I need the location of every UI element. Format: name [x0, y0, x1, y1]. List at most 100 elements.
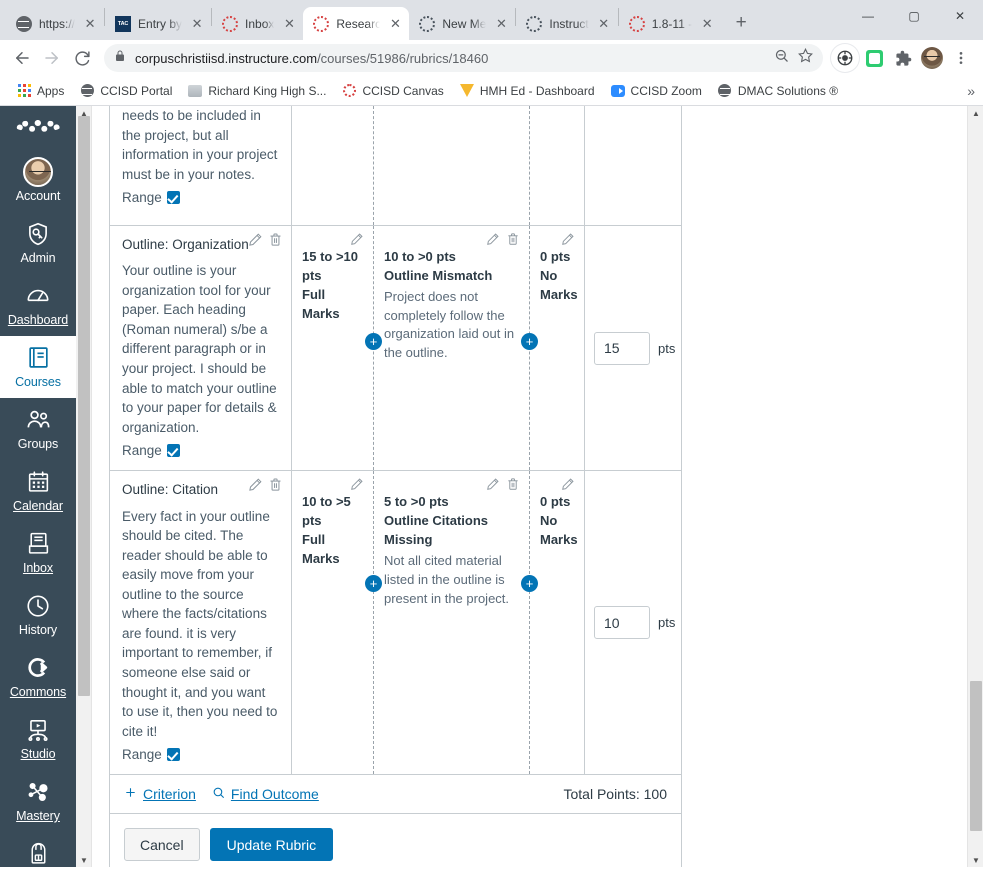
- bookmark-ccisd-portal[interactable]: CCISD Portal: [73, 81, 179, 101]
- sidebar-item-calendar[interactable]: Calendar: [0, 460, 76, 522]
- sidebar-item-history[interactable]: History: [0, 584, 76, 646]
- zoom-out-icon[interactable]: [774, 48, 789, 68]
- close-window-button[interactable]: ✕: [937, 0, 983, 32]
- sidebar-item-commons[interactable]: Commons: [0, 646, 76, 708]
- range-checkbox[interactable]: [166, 748, 180, 762]
- backpack-icon: [26, 840, 51, 867]
- sidebar-item-mastery[interactable]: Mastery: [0, 770, 76, 832]
- bookmarks-overflow-icon[interactable]: »: [967, 83, 975, 99]
- bookmark-label: CCISD Zoom: [630, 83, 702, 98]
- criterion-icon-row: [248, 232, 283, 247]
- trash-icon[interactable]: [506, 232, 521, 247]
- trash-icon[interactable]: [268, 232, 283, 247]
- inner-scrollbar[interactable]: ▲ ▼: [76, 106, 92, 867]
- pencil-icon[interactable]: [486, 477, 501, 492]
- pencil-icon[interactable]: [248, 232, 263, 247]
- browser-tab-5[interactable]: Instruct ✕: [516, 7, 617, 40]
- update-rubric-button[interactable]: Update Rubric: [209, 828, 334, 862]
- sidebar-item-account[interactable]: Account: [0, 150, 76, 212]
- sidebar-item-studio[interactable]: Studio: [0, 708, 76, 770]
- reload-icon[interactable]: [68, 44, 96, 72]
- tab-close-icon[interactable]: ✕: [699, 16, 715, 32]
- page-scrollbar[interactable]: ▲ ▼: [967, 106, 983, 867]
- back-icon[interactable]: [8, 44, 36, 72]
- tab-close-icon[interactable]: ✕: [189, 16, 205, 32]
- canvas-logo-icon[interactable]: [14, 120, 62, 132]
- profile-avatar-icon[interactable]: [831, 44, 859, 72]
- page-scrollbar-thumb[interactable]: [970, 681, 982, 831]
- bookmark-apps[interactable]: Apps: [10, 81, 71, 101]
- bookmark-label: CCISD Portal: [100, 83, 173, 98]
- pencil-icon[interactable]: [486, 232, 501, 247]
- sidebar-item-backpack[interactable]: Backpack: [0, 832, 76, 867]
- rubric-table: needs to be included in the project, but…: [109, 106, 682, 867]
- pencil-icon[interactable]: [561, 232, 576, 247]
- shield-key-icon: [25, 220, 51, 247]
- toolbar-right-icons: [831, 44, 975, 72]
- bookmark-dmac-solutions[interactable]: DMAC Solutions ®: [711, 81, 845, 101]
- add-criterion-link[interactable]: Criterion: [124, 786, 196, 802]
- pencil-icon[interactable]: [350, 232, 365, 247]
- browser-tab-4[interactable]: New Me ✕: [409, 7, 515, 40]
- rating-icon-row: [486, 232, 521, 247]
- account-avatar-icon[interactable]: [918, 44, 946, 72]
- maximize-button[interactable]: ▢: [891, 0, 937, 32]
- sidebar-item-groups[interactable]: Groups: [0, 398, 76, 460]
- add-rating-button[interactable]: [365, 333, 382, 350]
- rating-description: Project does not completely follow the o…: [384, 288, 515, 361]
- criterion-points-input[interactable]: [594, 331, 650, 365]
- trash-icon[interactable]: [506, 477, 521, 492]
- range-checkbox[interactable]: [166, 191, 180, 205]
- criterion-points-cell: pts: [584, 226, 681, 470]
- inner-scrollbar-thumb[interactable]: [78, 116, 90, 696]
- puzzle-extension-icon[interactable]: [889, 44, 917, 72]
- cancel-button[interactable]: Cancel: [124, 828, 200, 862]
- sidebar-item-courses[interactable]: Courses: [0, 336, 76, 398]
- range-checkbox[interactable]: [166, 444, 180, 458]
- scroll-down-arrow-icon[interactable]: ▼: [76, 853, 92, 867]
- bookmark-ccisd-zoom[interactable]: CCISD Zoom: [604, 81, 709, 101]
- browser-tab-1[interactable]: TAC Entry by ✕: [105, 7, 211, 40]
- sidebar-item-admin[interactable]: Admin: [0, 212, 76, 274]
- green-extension-icon[interactable]: [860, 44, 888, 72]
- sidebar-item-dashboard[interactable]: Dashboard: [0, 274, 76, 336]
- add-rating-button[interactable]: [365, 575, 382, 593]
- criterion-points-input[interactable]: [594, 606, 650, 640]
- minimize-button[interactable]: —: [845, 0, 891, 32]
- bookmark-ccisd-canvas[interactable]: CCISD Canvas: [335, 81, 450, 101]
- new-tab-button[interactable]: +: [727, 9, 755, 37]
- bookmark-richard-king-high-school[interactable]: Richard King High S...: [181, 81, 333, 101]
- table-row: needs to be included in the project, but…: [110, 106, 681, 226]
- find-outcome-link[interactable]: Find Outcome: [212, 786, 319, 802]
- add-rating-button[interactable]: [521, 333, 538, 350]
- browser-tab-2[interactable]: Inbox ✕: [212, 7, 303, 40]
- tab-close-icon[interactable]: ✕: [387, 16, 403, 32]
- trash-icon[interactable]: [268, 477, 283, 492]
- bookmark-hmh-ed-dashboard[interactable]: HMH Ed - Dashboard: [453, 81, 602, 101]
- star-icon[interactable]: [798, 47, 813, 68]
- browser-tab-0[interactable]: https:// ✕: [6, 7, 104, 40]
- pencil-icon[interactable]: [350, 477, 365, 492]
- add-criterion-label: Criterion: [143, 786, 196, 803]
- rating-cell: [530, 106, 585, 225]
- forward-icon[interactable]: [38, 44, 66, 72]
- pencil-icon[interactable]: [248, 477, 263, 492]
- sidebar-item-inbox[interactable]: Inbox: [0, 522, 76, 584]
- tab-close-icon[interactable]: ✕: [596, 16, 612, 32]
- tab-close-icon[interactable]: ✕: [493, 16, 509, 32]
- plus-icon: [124, 786, 137, 802]
- criterion-description: Every fact in your outline should be cit…: [122, 508, 278, 739]
- scroll-down-arrow-icon[interactable]: ▼: [968, 853, 983, 867]
- pencil-icon[interactable]: [561, 477, 576, 492]
- browser-tab-6[interactable]: 1.8-11 - ✕: [619, 7, 721, 40]
- tab-close-icon[interactable]: ✕: [281, 16, 297, 32]
- canvas-icon: [628, 15, 645, 32]
- lock-icon: [114, 49, 126, 67]
- tab-title: https://: [39, 16, 76, 31]
- kebab-menu-icon[interactable]: [947, 44, 975, 72]
- add-rating-button[interactable]: [521, 575, 538, 593]
- tab-close-icon[interactable]: ✕: [82, 16, 98, 32]
- address-bar[interactable]: corpuschristiisd.instructure.com/courses…: [104, 44, 823, 72]
- scroll-up-arrow-icon[interactable]: ▲: [968, 106, 983, 120]
- browser-tab-3-active[interactable]: Researc ✕: [303, 7, 410, 40]
